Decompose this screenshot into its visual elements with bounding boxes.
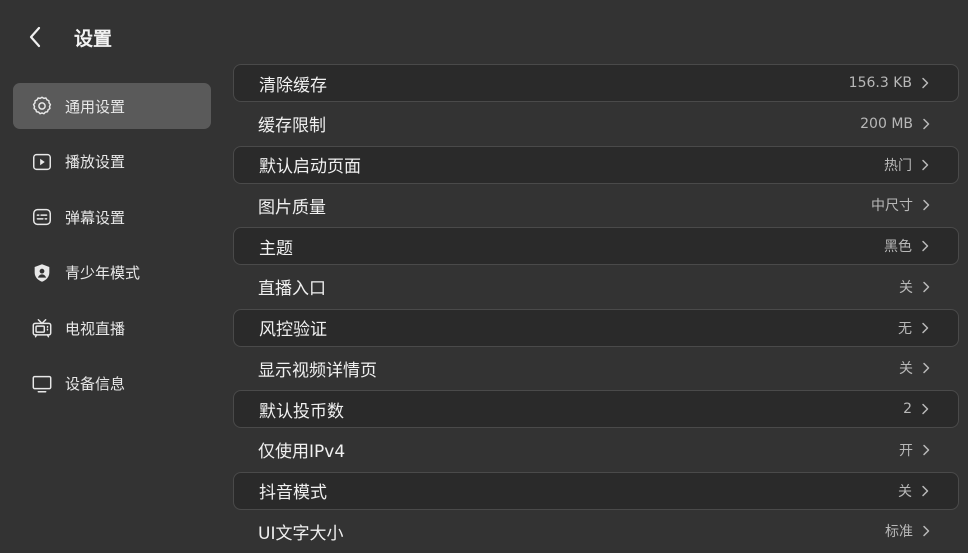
chevron-right-icon: [921, 281, 931, 293]
danmaku-icon: [30, 205, 54, 229]
gear-icon: [30, 94, 54, 118]
sidebar-item-playback[interactable]: 播放设置: [13, 139, 211, 185]
setting-row-douyin-mode[interactable]: 抖音模式 关: [233, 471, 959, 510]
chevron-right-icon: [921, 118, 931, 130]
back-button[interactable]: [20, 24, 50, 54]
chevron-right-icon: [920, 77, 930, 89]
chevron-right-icon: [921, 444, 931, 456]
setting-row-default-coins[interactable]: 默认投币数 2: [233, 390, 959, 428]
setting-label: 显示视频详情页: [258, 360, 377, 381]
setting-row-image-quality[interactable]: 图片质量 中尺寸: [233, 186, 959, 224]
sidebar-item-label: 播放设置: [65, 153, 126, 171]
setting-row-live-entry[interactable]: 直播入口 关: [233, 268, 959, 306]
sidebar-item-label: 电视直播: [65, 319, 126, 338]
sidebar-item-teen-mode[interactable]: 青少年模式: [13, 250, 211, 296]
setting-label: 风控验证: [259, 320, 327, 340]
setting-label: 图片质量: [258, 197, 326, 218]
setting-row-ipv4-only[interactable]: 仅使用IPv4 开: [233, 431, 959, 469]
sidebar-item-label: 青少年模式: [65, 264, 141, 282]
page-title: 设置: [74, 28, 113, 50]
setting-label: 主题: [259, 238, 293, 259]
setting-row-theme[interactable]: 主题 黑色: [233, 227, 959, 265]
sidebar-item-device-info[interactable]: 设备信息: [13, 361, 211, 407]
sidebar-item-label: 弹幕设置: [65, 208, 126, 227]
setting-value: 关: [899, 361, 913, 378]
setting-value: 中尺寸: [871, 198, 913, 215]
setting-value: 标准: [885, 524, 913, 541]
chevron-right-icon: [920, 159, 930, 171]
sidebar-item-danmaku[interactable]: 弹幕设置: [13, 194, 211, 240]
setting-row-default-start-page[interactable]: 默认启动页面 热门: [233, 145, 959, 184]
setting-label: UI文字大小: [258, 523, 344, 544]
setting-label: 默认投币数: [259, 401, 344, 422]
chevron-right-icon: [921, 362, 931, 374]
setting-value: 2: [903, 401, 912, 417]
chevron-right-icon: [920, 403, 930, 415]
setting-row-ui-font-size[interactable]: UI文字大小 标准: [233, 512, 959, 550]
sidebar-item-tv-live[interactable]: 电视直播: [13, 305, 211, 351]
setting-row-cache-limit[interactable]: 缓存限制 200 MB: [233, 105, 959, 143]
setting-row-video-detail-page[interactable]: 显示视频详情页 关: [233, 349, 959, 387]
setting-value: 开: [899, 442, 913, 459]
chevron-right-icon: [920, 485, 930, 497]
settings-list: 清除缓存 156.3 KB 缓存限制 200 MB 默认启动页面 热门 图片质量…: [233, 64, 959, 553]
chevron-right-icon: [920, 322, 930, 334]
setting-label: 缓存限制: [258, 116, 326, 137]
tv-antenna-icon: [30, 316, 54, 340]
setting-row-clear-cache[interactable]: 清除缓存 156.3 KB: [233, 64, 959, 102]
setting-value: 关: [898, 483, 912, 500]
setting-value: 200 MB: [860, 115, 913, 132]
setting-label: 清除缓存: [259, 75, 327, 96]
setting-value: 关: [899, 279, 913, 296]
setting-value: 156.3 KB: [848, 75, 912, 91]
setting-label: 默认启动页面: [259, 157, 361, 177]
sidebar-item-general[interactable]: 通用设置: [13, 83, 211, 129]
sidebar-item-label: 通用设置: [65, 97, 126, 116]
setting-label: 仅使用IPv4: [258, 442, 346, 463]
monitor-icon: [30, 372, 54, 396]
play-icon: [30, 150, 54, 174]
chevron-right-icon: [921, 199, 931, 211]
setting-row-risk-verification[interactable]: 风控验证 无: [233, 308, 959, 347]
setting-value: 无: [898, 320, 912, 337]
setting-label: 抖音模式: [259, 483, 327, 503]
chevron-right-icon: [920, 240, 930, 252]
sidebar-item-label: 设备信息: [65, 375, 126, 393]
setting-value: 热门: [884, 157, 912, 174]
chevron-left-icon: [28, 26, 42, 52]
shield-user-icon: [30, 261, 54, 285]
sidebar: 通用设置 播放设置 弹幕设置 青少年模式 电视直播 设备信息: [13, 83, 211, 416]
chevron-right-icon: [921, 525, 931, 537]
setting-label: 直播入口: [258, 279, 326, 300]
setting-value: 黑色: [884, 239, 912, 255]
